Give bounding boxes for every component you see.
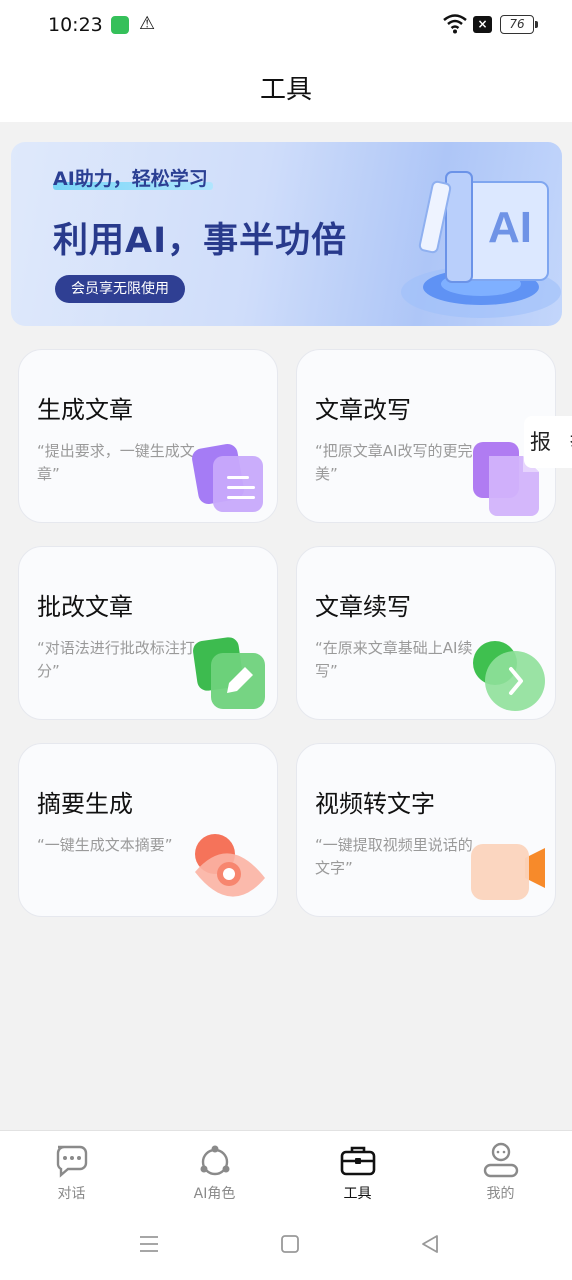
nav-item-ai-role[interactable]: AI角色 (143, 1131, 286, 1213)
document-icon (192, 444, 263, 512)
status-time: 10:23 (48, 14, 103, 36)
app-notification-icon (111, 16, 129, 34)
card-title: 文章续写 (315, 593, 411, 621)
nav-item-profile[interactable]: 我的 (429, 1131, 572, 1213)
tool-card-continue-article[interactable]: 文章续写 “在原来文章基础上AI续写” (296, 546, 556, 720)
card-title: 视频转文字 (315, 790, 435, 818)
promo-banner[interactable]: AI助力，轻松学习 利用AI，事半功倍 会员享无限使用 AI (11, 142, 562, 326)
card-title: 文章改写 (315, 396, 411, 424)
eye-icon (195, 834, 265, 897)
chat-bubble-icon (56, 1145, 87, 1178)
home-icon[interactable] (279, 1232, 301, 1256)
card-description: “一键生成文本摘要” (37, 836, 173, 854)
toolbox-icon (340, 1146, 375, 1176)
tool-card-summary[interactable]: 摘要生成 “一键生成文本摘要” (18, 743, 278, 917)
status-bar: 10:23 ⚠ × 76 (0, 0, 572, 52)
banner-headline: 利用AI，事半功倍 (53, 221, 348, 261)
system-nav-bar (0, 1212, 572, 1280)
ai-illustration-icon: AI (401, 171, 561, 318)
nav-label: 我的 (486, 1186, 515, 1202)
card-description: “提出要求，一键生成文章” (37, 442, 195, 483)
card-description: “对语法进行批改标注打分” (37, 639, 195, 680)
tool-card-generate-article[interactable]: 生成文章 “提出要求，一键生成文章” (18, 349, 278, 523)
nav-item-chat[interactable]: 对话 (0, 1131, 143, 1213)
profile-icon (483, 1142, 518, 1178)
page-header: 工具 (0, 52, 572, 122)
nav-label: 对话 (57, 1186, 86, 1202)
tool-card-video-to-text[interactable]: 视频转文字 “一键提取视频里说话的文字” (296, 743, 556, 917)
card-title: 批改文章 (37, 593, 133, 621)
tool-card-rewrite-article[interactable]: 文章改写 “把原文章AI改写的更完美” (296, 349, 556, 523)
nav-label: AI角色 (193, 1186, 236, 1202)
page-title: 工具 (259, 75, 312, 105)
card-description: “一键提取视频里说话的文字” (315, 836, 473, 877)
membership-button[interactable]: 会员享无限使用 (55, 275, 185, 303)
card-description: “在原来文章基础上AI续写” (315, 639, 473, 680)
svg-text:AI: AI (488, 203, 532, 252)
arrow-right-icon (473, 641, 545, 711)
card-title: 生成文章 (37, 396, 133, 424)
card-description: “把原文章AI改写的更完美” (315, 442, 473, 483)
no-sim-icon: × (473, 16, 492, 33)
bottom-nav: 对话 AI角色 工具 我的 (0, 1130, 572, 1212)
menu-icon[interactable] (137, 1232, 161, 1256)
wifi-icon (443, 14, 467, 34)
warning-icon: ⚠ (139, 13, 156, 34)
card-title: 摘要生成 (37, 790, 133, 818)
nav-label: 工具 (343, 1186, 372, 1202)
banner-tagline: AI助力，轻松学习 (53, 168, 208, 190)
back-icon[interactable] (419, 1232, 441, 1256)
nav-item-tools[interactable]: 工具 (286, 1131, 429, 1213)
video-camera-icon (471, 844, 545, 900)
report-tab[interactable]: 报 举 (524, 416, 572, 468)
edit-pencil-icon (193, 637, 265, 709)
tool-card-correct-article[interactable]: 批改文章 “对语法进行批改标注打分” (18, 546, 278, 720)
ai-role-icon (200, 1145, 229, 1176)
battery-indicator: 76 (500, 15, 538, 34)
